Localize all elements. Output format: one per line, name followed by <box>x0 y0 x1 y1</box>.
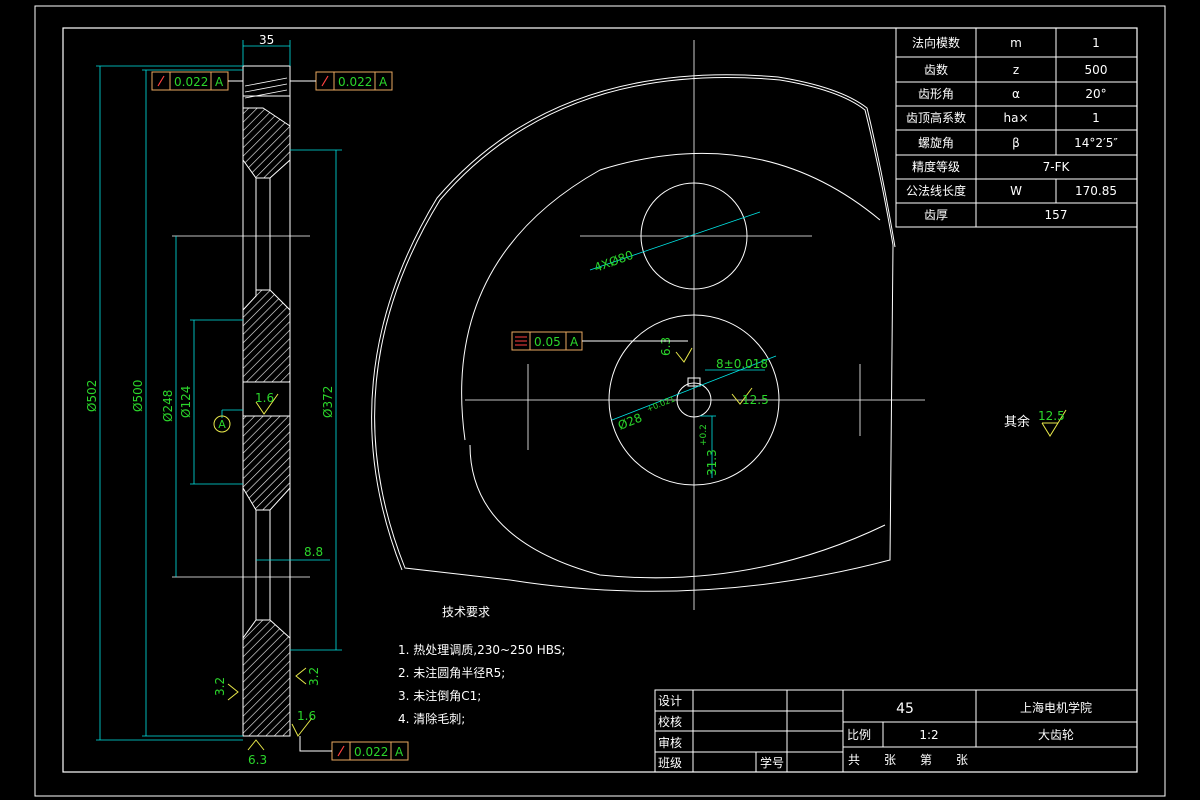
dim-width: 35 <box>259 33 274 47</box>
param-name: 齿厚 <box>924 208 948 222</box>
tech-req-item: 2. 未注圆角半径R5; <box>398 665 505 680</box>
symmetry-value: 0.05 <box>534 335 561 349</box>
sheet-count: 共 张 第 张 <box>848 753 968 767</box>
roughness-value: 3.2 <box>307 667 321 686</box>
param-value: 157 <box>1045 208 1068 222</box>
title-block-text: 设计 校核 审核 班级 学号 45 上海电机学院 比例 1:2 大齿轮 共 张 … <box>658 694 1092 770</box>
dim-key-depth-tol: +0.2 <box>699 424 709 446</box>
label-design: 设计 <box>658 694 682 708</box>
param-value: 1 <box>1092 111 1100 125</box>
runout-frame-right: 0.022 A <box>290 71 393 91</box>
school-name: 上海电机学院 <box>1020 700 1092 715</box>
symmetry-icon <box>515 336 527 346</box>
runout-value: 0.022 <box>338 75 372 89</box>
runout-icon <box>337 745 345 757</box>
dim-d500: Ø500 <box>131 380 145 412</box>
label-student-no: 学号 <box>760 755 784 770</box>
param-symbol: β <box>1012 136 1020 150</box>
runout-datum: A <box>215 75 224 89</box>
front-roughness: 6.3 12.5 <box>659 337 769 407</box>
roughness-value: 6.3 <box>248 753 267 767</box>
remaining-label: 其余 <box>1004 414 1030 430</box>
param-symbol: m <box>1010 36 1022 50</box>
tech-req-item: 3. 未注倒角C1; <box>398 688 481 703</box>
dim-holes: 4XØ80 <box>592 248 635 275</box>
front-view <box>371 74 896 592</box>
scale-value: 1:2 <box>919 728 938 742</box>
roughness-value: 3.2 <box>213 677 227 696</box>
runout-value: 0.022 <box>354 745 388 759</box>
roughness-value: 1.6 <box>255 391 274 405</box>
roughness-value: 12.5 <box>742 393 769 407</box>
label-check: 校核 <box>658 714 682 729</box>
param-symbol: z <box>1013 63 1019 77</box>
symmetry-datum: A <box>570 335 579 349</box>
param-value: 7-FK <box>1043 160 1071 174</box>
tech-req-item: 1. 热处理调质,230~250 HBS; <box>398 643 565 657</box>
front-centerlines <box>465 40 925 610</box>
runout-frame-bottom: 0.022 A <box>299 736 409 761</box>
roughness-value: 6.3 <box>659 337 673 356</box>
param-value: 500 <box>1085 63 1108 77</box>
dim-web: 8.8 <box>304 545 323 559</box>
section-dimension-text: 35 Ø502 Ø500 Ø248 Ø124 Ø372 8.8 <box>85 33 335 559</box>
tech-requirements: 技术要求 1. 热处理调质,230~250 HBS; 2. 未注圆角半径R5; … <box>398 605 565 726</box>
label-class: 班级 <box>658 756 682 770</box>
tech-req-title: 技术要求 <box>442 605 490 619</box>
param-name: 齿数 <box>924 62 948 77</box>
param-symbol: W <box>1010 184 1022 198</box>
params-table-text: 法向模数 m 1 齿数 z 500 齿形角 α 20° 齿顶高系数 ha× 1 … <box>906 35 1118 222</box>
section-hatch-upper-rim <box>242 107 291 179</box>
section-hatch-hub-upper <box>242 289 291 383</box>
dim-d372: Ø372 <box>321 386 335 418</box>
remaining-roughness: 其余 12.5 <box>1004 409 1067 437</box>
front-dimension-text: 4XØ80 Ø28 +0.021 8±0.018 31.3 +0.2 <box>592 248 768 476</box>
param-name: 精度等级 <box>912 159 960 174</box>
param-name: 齿顶高系数 <box>906 110 966 125</box>
param-name: 公法线长度 <box>906 183 966 198</box>
roughness-value: 1.6 <box>297 709 316 723</box>
runout-frame-left: 0.022 A <box>151 71 243 91</box>
outer-border <box>34 5 1166 797</box>
section-hatch-lower-rim <box>242 619 291 737</box>
dim-bore-tol: +0.021 <box>645 394 676 413</box>
runout-icon <box>157 75 165 87</box>
section-hatch-hub-lower <box>242 415 291 511</box>
param-symbol: α <box>1012 87 1020 101</box>
cad-drawing-canvas: 法向模数 m 1 齿数 z 500 齿形角 α 20° 齿顶高系数 ha× 1 … <box>34 5 1166 797</box>
param-name: 螺旋角 <box>918 136 954 150</box>
runout-datum: A <box>379 75 388 89</box>
param-name: 齿形角 <box>918 87 954 101</box>
param-value: 170.85 <box>1075 184 1117 198</box>
runout-value: 0.022 <box>174 75 208 89</box>
remaining-value: 12.5 <box>1038 409 1065 423</box>
part-name: 大齿轮 <box>1038 728 1074 742</box>
dim-d248: Ø248 <box>161 390 175 422</box>
dim-d124: Ø124 <box>179 386 193 418</box>
param-value: 14°2′5″ <box>1074 136 1118 150</box>
dim-bore: Ø28 <box>616 411 644 433</box>
runout-datum: A <box>395 745 404 759</box>
dim-d502: Ø502 <box>85 380 99 412</box>
datum-label: A <box>218 418 226 431</box>
dim-key-depth: 31.3 <box>705 449 719 476</box>
param-symbol: ha× <box>1003 111 1028 125</box>
param-name: 法向模数 <box>912 35 960 50</box>
datum-a-marker: A <box>213 415 231 433</box>
tech-req-item: 4. 清除毛刺; <box>398 711 465 726</box>
runout-icon <box>321 75 329 87</box>
label-review: 审核 <box>658 735 682 750</box>
scale-label: 比例 <box>847 728 871 742</box>
param-value: 20° <box>1085 87 1106 101</box>
dim-keyway: 8±0.018 <box>716 357 768 371</box>
material: 45 <box>896 701 914 717</box>
param-value: 1 <box>1092 36 1100 50</box>
